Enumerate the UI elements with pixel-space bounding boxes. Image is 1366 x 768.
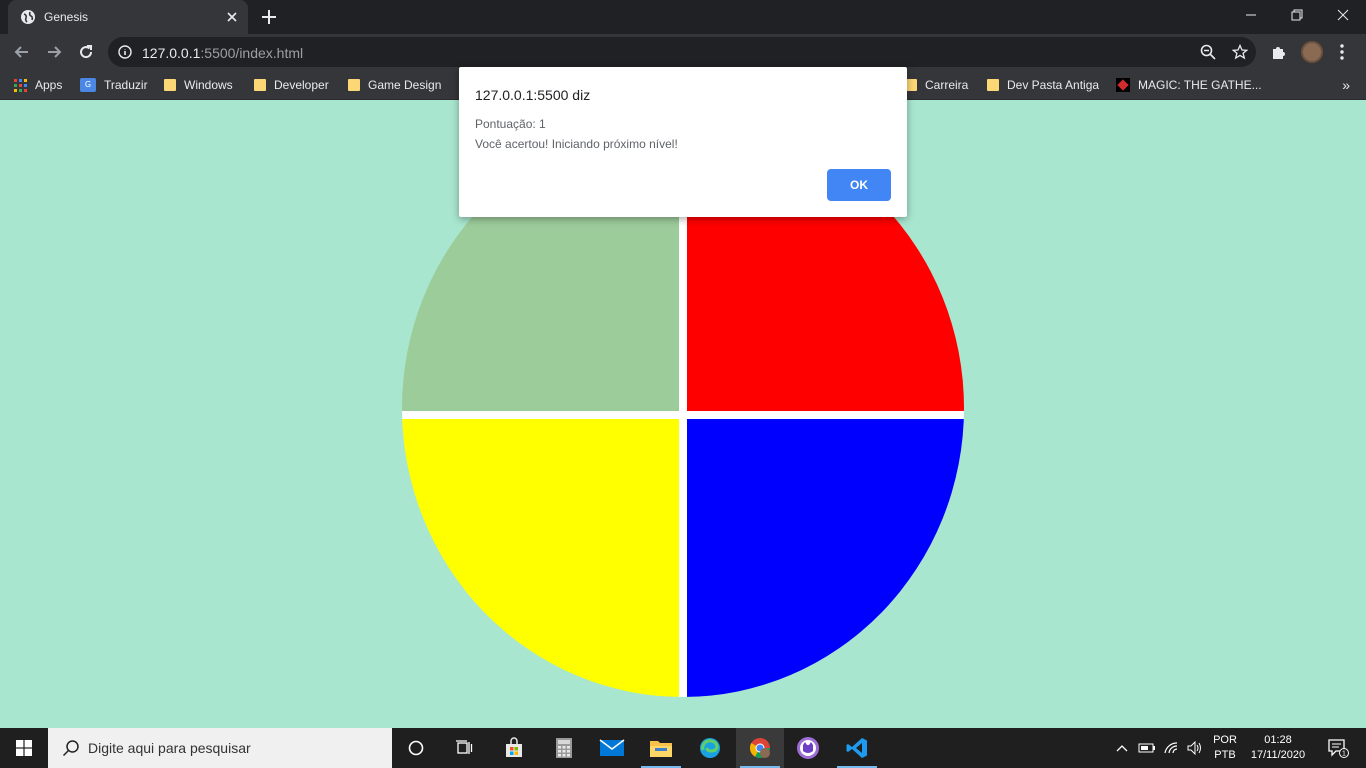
ok-button[interactable]: OK [827, 169, 891, 201]
search-icon [62, 740, 79, 757]
minimize-icon[interactable] [1228, 0, 1274, 30]
chrome-icon[interactable] [736, 728, 784, 768]
new-tab-icon[interactable] [260, 8, 278, 26]
folder-icon [348, 79, 360, 91]
quadrant-yellow[interactable] [402, 419, 679, 697]
google-translate-icon: G [80, 78, 96, 92]
mail-icon[interactable] [588, 728, 636, 768]
browser-toolbar: 127.0.0.1:5500/index.html [0, 34, 1366, 70]
bookmark-carreira[interactable]: Carreira [905, 76, 968, 94]
bookmark-label: Carreira [925, 78, 969, 92]
bookmark-star-icon[interactable] [1232, 44, 1248, 60]
bookmark-dev-pasta-antiga[interactable]: Dev Pasta Antiga [987, 76, 1099, 94]
vscode-icon[interactable] [833, 728, 881, 768]
mtg-icon [1116, 78, 1130, 92]
browser-titlebar: Genesis [0, 0, 1366, 34]
bookmark-traduzir[interactable]: G Traduzir [80, 76, 148, 94]
calculator-icon[interactable] [540, 728, 588, 768]
bookmark-label: Apps [35, 78, 63, 92]
address-bar[interactable]: 127.0.0.1:5500/index.html [108, 37, 1256, 67]
system-clock[interactable]: 01:28 17/11/2020 [1244, 733, 1312, 763]
chevron-more-icon[interactable]: » [1342, 77, 1350, 93]
reload-icon[interactable] [76, 42, 96, 62]
notification-count: 1 [1342, 751, 1346, 758]
profile-avatar[interactable] [1301, 41, 1323, 63]
bookmark-game-design[interactable]: Game Design [348, 76, 441, 94]
dialog-title: 127.0.0.1:5500 diz [475, 87, 591, 103]
folder-icon [987, 79, 999, 91]
bookmark-label: Windows [184, 78, 233, 92]
url-text: 127.0.0.1:5500/index.html [142, 45, 303, 61]
forward-arrow-icon[interactable] [44, 42, 64, 62]
chevron-up-icon[interactable] [1112, 728, 1132, 768]
zoom-icon[interactable] [1200, 44, 1216, 60]
taskbar-search-box[interactable]: Digite aqui para pesquisar [48, 728, 392, 768]
menu-kebab-icon[interactable] [1336, 42, 1348, 62]
edge-icon[interactable] [686, 728, 734, 768]
bookmark-label: MAGIC: THE GATHE... [1138, 78, 1262, 92]
restore-icon[interactable] [1274, 0, 1320, 30]
notification-center-icon[interactable]: 1 [1318, 728, 1358, 768]
close-window-icon[interactable] [1320, 0, 1366, 30]
keyboard-layout: PTB [1214, 749, 1236, 761]
wifi-icon[interactable] [1160, 728, 1182, 768]
language-indicator[interactable]: POR PTB [1208, 733, 1242, 763]
bookmark-label: Developer [274, 78, 329, 92]
alert-dialog: 127.0.0.1:5500 diz Pontuação: 1 Você ace… [459, 67, 907, 217]
board-divider-horizontal [402, 411, 964, 419]
info-icon[interactable] [118, 45, 132, 59]
language-code: POR [1213, 734, 1237, 746]
file-explorer-icon[interactable] [637, 728, 685, 768]
folder-icon [164, 79, 176, 91]
url-path: :5500/index.html [200, 45, 304, 61]
windows-taskbar: Digite aqui para pesquisar POR PTB 01:28… [0, 728, 1366, 768]
quadrant-blue[interactable] [687, 419, 964, 697]
bookmark-windows[interactable]: Windows [164, 76, 233, 94]
search-placeholder: Digite aqui para pesquisar [88, 740, 251, 756]
dialog-score-text: Pontuação: 1 [475, 117, 546, 131]
folder-icon [254, 79, 266, 91]
extensions-puzzle-icon[interactable] [1270, 43, 1288, 61]
volume-icon[interactable] [1184, 728, 1206, 768]
bookmark-apps[interactable]: Apps [14, 76, 62, 94]
back-arrow-icon[interactable] [12, 42, 32, 62]
battery-icon[interactable] [1136, 728, 1158, 768]
bookmark-label: Game Design [368, 78, 442, 92]
clock-date: 17/11/2020 [1250, 749, 1306, 761]
bookmark-label: Traduzir [104, 78, 148, 92]
task-view-icon[interactable] [440, 728, 488, 768]
bookmark-magic[interactable]: MAGIC: THE GATHE... [1116, 76, 1262, 94]
windows-start-icon[interactable] [0, 728, 48, 768]
clock-time: 01:28 [1264, 734, 1292, 746]
tab-title: Genesis [44, 10, 89, 24]
apps-grid-icon [14, 78, 27, 92]
globe-icon [21, 10, 35, 24]
bookmark-developer[interactable]: Developer [254, 76, 329, 94]
tab-genesis[interactable]: Genesis [8, 0, 248, 34]
github-desktop-icon[interactable] [784, 728, 832, 768]
bookmark-label: Dev Pasta Antiga [1007, 78, 1100, 92]
dialog-message-text: Você acertou! Iniciando próximo nível! [475, 137, 678, 151]
store-icon[interactable] [490, 728, 538, 768]
close-tab-icon[interactable] [224, 9, 240, 25]
url-host: 127.0.0.1 [142, 45, 201, 61]
cortana-icon[interactable] [392, 728, 440, 768]
